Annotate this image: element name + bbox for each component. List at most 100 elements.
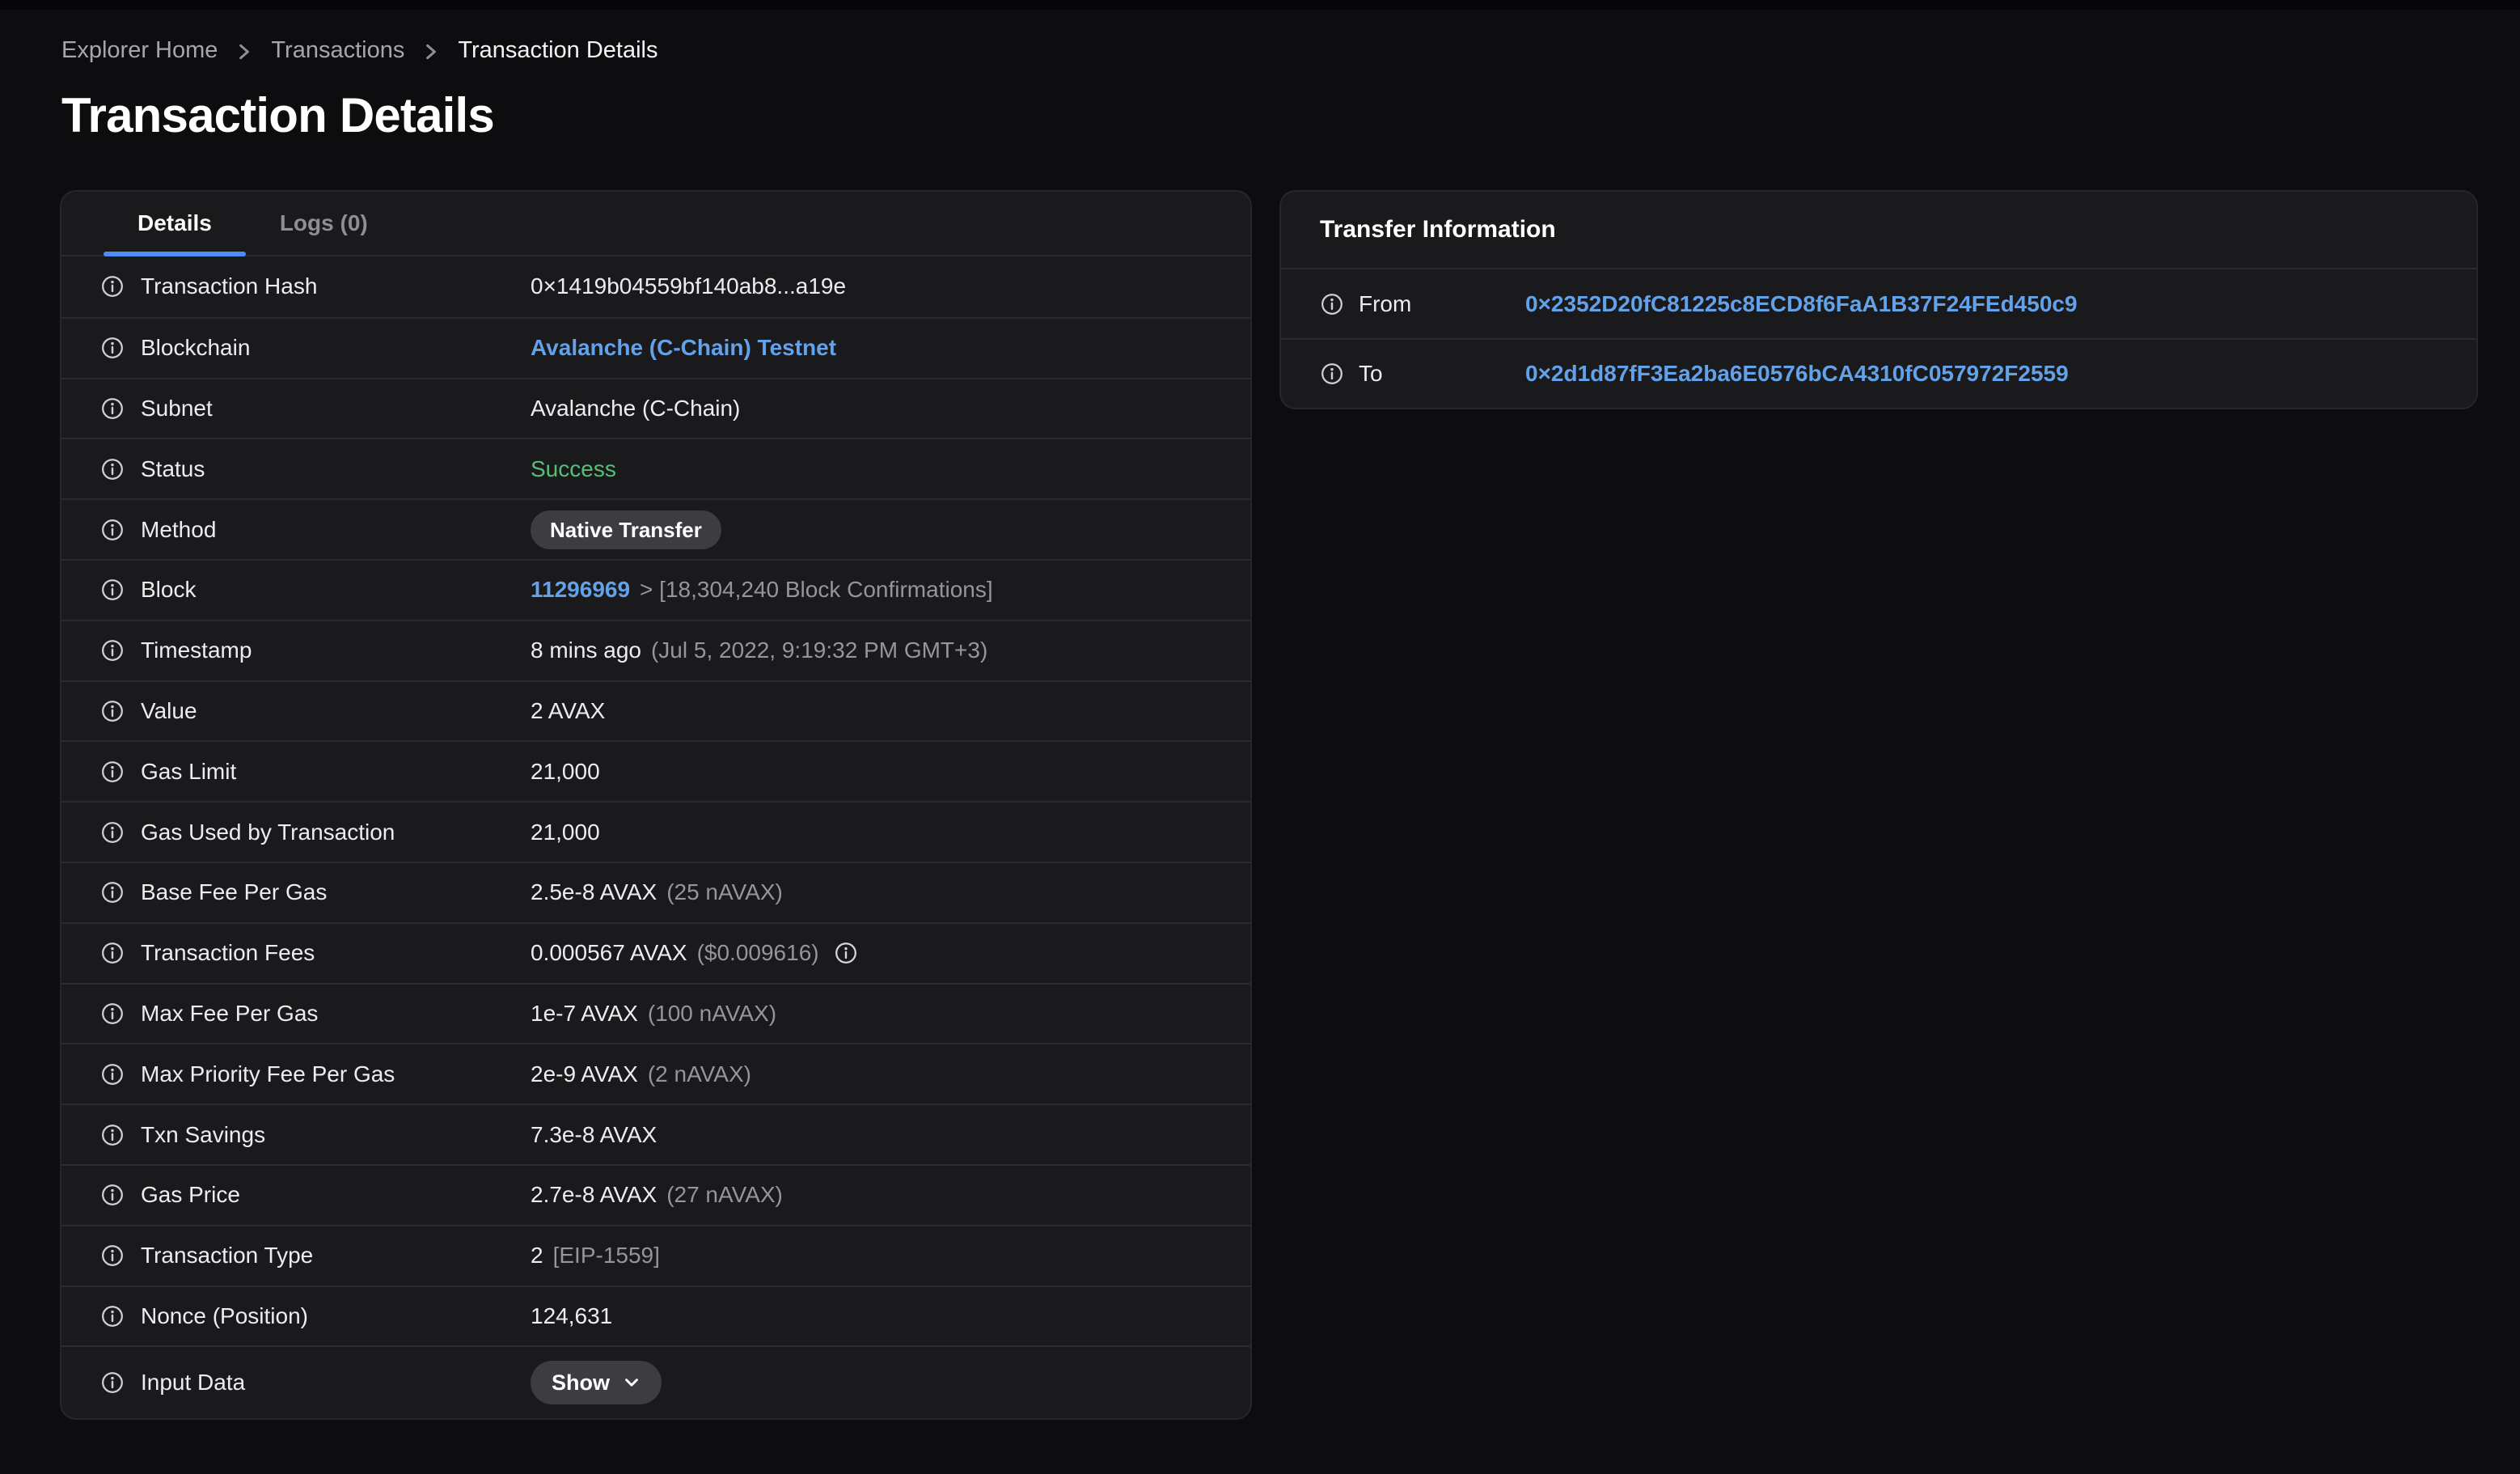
transaction-details-card: Details Logs (0) Transaction Hash 0×1419b… <box>60 190 1252 1421</box>
row-value: 21,000 <box>531 819 600 845</box>
detail-row: Gas Limit 21,000 <box>61 740 1250 801</box>
row-value: 0.000567 AVAX <box>531 940 687 966</box>
row-label-group: Status <box>100 456 531 482</box>
address-link[interactable]: 0×2d1d87fF3Ea2ba6E0576bCA4310fC057972F25… <box>1525 361 2069 387</box>
tab-logs-label: Logs (0) <box>279 210 368 235</box>
info-icon[interactable] <box>100 760 125 784</box>
row-value-link[interactable]: Avalanche (C-Chain) Testnet <box>531 335 836 361</box>
row-value: 0×1419b04559bf140ab8...a19e <box>531 273 847 299</box>
detail-row: Blockchain Avalanche (C-Chain) Testnet <box>61 316 1250 378</box>
row-value-group: 2e-9 AVAX (2 nAVAX) <box>531 1061 1211 1087</box>
info-icon[interactable] <box>100 336 125 360</box>
info-icon[interactable] <box>100 1243 125 1268</box>
row-value-suffix: (2 nAVAX) <box>647 1061 751 1086</box>
row-label-group: Txn Savings <box>100 1122 531 1148</box>
info-icon[interactable] <box>100 274 125 299</box>
row-value: 2 AVAX <box>531 697 606 723</box>
detail-row: Max Priority Fee Per Gas 2e-9 AVAX (2 nAVA… <box>61 1043 1250 1103</box>
show-button[interactable]: Show <box>531 1361 662 1405</box>
row-label: To <box>1359 361 1383 387</box>
row-label: Status <box>141 455 205 481</box>
show-button-label: Show <box>552 1370 610 1396</box>
info-icon[interactable] <box>100 1304 125 1328</box>
row-value-group: 0×1419b04559bf140ab8...a19e <box>531 273 1211 299</box>
info-icon[interactable] <box>100 457 125 481</box>
row-label-group: Transaction Hash <box>100 273 531 299</box>
row-value-group: 0×2d1d87fF3Ea2ba6E0576bCA4310fC057972F25… <box>1525 361 2438 387</box>
row-label: Block <box>141 577 197 603</box>
row-label-group: Value <box>100 698 531 724</box>
detail-row: Method Native Transfer <box>61 498 1250 559</box>
detail-row: Transaction Fees 0.000567 AVAX ($0.009616) <box>61 921 1250 983</box>
row-value-link[interactable]: 11296969 <box>531 577 630 603</box>
row-label: Transaction Type <box>141 1243 314 1269</box>
row-label: Method <box>141 516 217 542</box>
info-icon[interactable] <box>100 1123 125 1147</box>
row-label-group: Method <box>100 517 531 543</box>
detail-row: Block 11296969 > [18,304,240 Block Confirm… <box>61 558 1250 620</box>
address-link[interactable]: 0×2352D20fC81225c8ECD8f6FaA1B37F24FEd450… <box>1525 291 2078 317</box>
tab-details-label: Details <box>137 210 212 235</box>
transfer-rows: From 0×2352D20fC81225c8ECD8f6FaA1B37F24FE… <box>1281 269 2476 408</box>
row-label-group: Gas Limit <box>100 759 531 785</box>
detail-row: Subnet Avalanche (C-Chain) <box>61 377 1250 438</box>
info-icon[interactable] <box>100 396 125 421</box>
tab-logs[interactable]: Logs (0) <box>246 192 402 255</box>
info-icon[interactable] <box>100 820 125 845</box>
row-label-group: Max Priority Fee Per Gas <box>100 1061 531 1087</box>
row-label-group: Subnet <box>100 396 531 421</box>
tab-details[interactable]: Details <box>104 192 246 256</box>
status-value: Success <box>531 455 616 481</box>
row-value-group: 0.000567 AVAX ($0.009616) <box>531 940 1211 966</box>
detail-row: Max Fee Per Gas 1e-7 AVAX (100 nAVAX) <box>61 982 1250 1044</box>
row-value: 124,631 <box>531 1302 613 1328</box>
info-icon[interactable] <box>1320 292 1344 316</box>
row-label: Transaction Fees <box>141 940 315 966</box>
row-label: Gas Used by Transaction <box>141 819 395 845</box>
row-label-group: Nonce (Position) <box>100 1303 531 1329</box>
breadcrumb-transactions[interactable]: Transactions <box>271 37 404 64</box>
detail-row: Input Data Show <box>61 1345 1250 1418</box>
row-value-group: Native Transfer <box>531 510 1211 549</box>
row-value-group: Avalanche (C-Chain) Testnet <box>531 335 1211 361</box>
row-label-group: Max Fee Per Gas <box>100 1001 531 1027</box>
transfer-card-title: Transfer Information <box>1281 192 2476 269</box>
detail-row: Nonce (Position) 124,631 <box>61 1285 1250 1346</box>
info-icon[interactable] <box>100 1002 125 1026</box>
active-tab-underline <box>104 252 246 256</box>
info-icon[interactable] <box>834 941 858 965</box>
info-icon[interactable] <box>100 1370 125 1395</box>
transfer-row: From 0×2352D20fC81225c8ECD8f6FaA1B37F24FE… <box>1281 269 2476 338</box>
info-icon[interactable] <box>100 699 125 723</box>
row-label: Value <box>141 697 197 723</box>
transfer-row: To 0×2d1d87fF3Ea2ba6E0576bCA4310fC057972F… <box>1281 338 2476 407</box>
method-badge: Native Transfer <box>531 510 721 549</box>
detail-row: Txn Savings 7.3e-8 AVAX <box>61 1103 1250 1164</box>
info-icon[interactable] <box>100 1183 125 1207</box>
info-icon[interactable] <box>100 941 125 965</box>
detail-row: Status Success <box>61 438 1250 498</box>
info-icon[interactable] <box>100 638 125 663</box>
detail-row: Gas Used by Transaction 21,000 <box>61 801 1250 862</box>
info-icon[interactable] <box>100 880 125 904</box>
info-icon[interactable] <box>1320 362 1344 386</box>
row-label: Subnet <box>141 395 213 421</box>
breadcrumb-explorer-home[interactable]: Explorer Home <box>61 37 218 64</box>
row-value-suffix: (25 nAVAX) <box>666 879 783 905</box>
row-value: 21,000 <box>531 758 600 784</box>
row-label: Input Data <box>141 1370 246 1396</box>
detail-row: Base Fee Per Gas 2.5e-8 AVAX (25 nAVAX) <box>61 861 1250 922</box>
row-value: 7.3e-8 AVAX <box>531 1121 657 1147</box>
row-label: Txn Savings <box>141 1121 266 1147</box>
row-value: 8 mins ago <box>531 637 641 663</box>
breadcrumb: Explorer Home Transactions Transaction D… <box>61 37 2520 64</box>
row-value: Avalanche (C-Chain) <box>531 395 741 421</box>
breadcrumb-current: Transaction Details <box>458 37 658 63</box>
row-label-group: Gas Price <box>100 1182 531 1208</box>
info-icon[interactable] <box>100 518 125 542</box>
info-icon[interactable] <box>100 1062 125 1086</box>
row-value-group: 2.5e-8 AVAX (25 nAVAX) <box>531 879 1211 905</box>
row-value: 2 <box>531 1243 543 1269</box>
row-label-group: Block <box>100 577 531 603</box>
info-icon[interactable] <box>100 578 125 602</box>
